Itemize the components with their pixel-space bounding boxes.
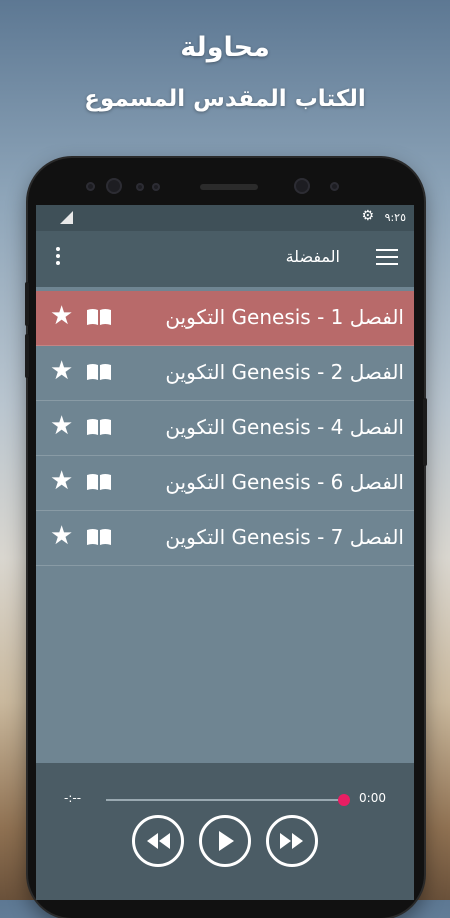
star-icon[interactable]: ★: [50, 521, 73, 551]
volume-up-button: [25, 282, 29, 326]
favorites-list: ★ التكوين Genesis - الفصل 1 ★ التكوين Ge…: [36, 291, 414, 566]
phone-speaker: [200, 184, 258, 190]
favorite-title: التكوين Genesis - الفصل 2: [165, 360, 404, 384]
favorite-title: التكوين Genesis - الفصل 6: [165, 470, 404, 494]
elapsed-label: 0:00: [359, 791, 386, 805]
star-icon[interactable]: ★: [50, 466, 73, 496]
favorite-title: التكوين Genesis - الفصل 1: [165, 305, 404, 329]
status-bar: ⚙ ٩:٢٥: [36, 205, 414, 231]
book-icon[interactable]: [86, 418, 112, 436]
star-icon[interactable]: ★: [50, 411, 73, 441]
rewind-icon: [147, 833, 170, 849]
status-time: ٩:٢٥: [384, 211, 406, 224]
favorite-title: التكوين Genesis - الفصل 4: [165, 415, 404, 439]
audio-player: -:-- 0:00: [36, 763, 414, 900]
play-icon: [219, 831, 234, 851]
volume-down-button: [25, 334, 29, 378]
book-icon[interactable]: [86, 473, 112, 491]
light-sensor: [136, 183, 144, 191]
app-screen: ⚙ ٩:٢٥ المفضلة ★ التكوين Genesis - الفصل…: [36, 205, 414, 900]
play-button[interactable]: [199, 815, 251, 867]
signal-icon: [60, 211, 73, 224]
iris-camera: [294, 178, 310, 194]
favorite-item[interactable]: ★ التكوين Genesis - الفصل 6: [36, 456, 414, 511]
power-button: [423, 398, 427, 466]
gear-icon: ⚙: [361, 208, 374, 224]
duration-label: -:--: [64, 791, 82, 805]
star-icon[interactable]: ★: [50, 356, 73, 386]
book-icon[interactable]: [86, 363, 112, 381]
book-icon[interactable]: [86, 308, 112, 326]
favorite-title: التكوين Genesis - الفصل 7: [165, 525, 404, 549]
page-title: المفضلة: [285, 247, 340, 266]
more-vertical-icon[interactable]: [54, 247, 62, 269]
book-icon[interactable]: [86, 528, 112, 546]
seek-thumb[interactable]: [338, 794, 350, 806]
hamburger-menu-icon[interactable]: [376, 249, 398, 267]
star-icon[interactable]: ★: [50, 301, 73, 331]
app-bar: المفضلة: [36, 231, 414, 287]
seek-bar[interactable]: [106, 799, 346, 801]
favorite-item[interactable]: ★ التكوين Genesis - الفصل 2: [36, 346, 414, 401]
proximity-sensor: [86, 182, 95, 191]
promo-title: محاولة: [180, 32, 270, 63]
iris-sensor: [330, 182, 339, 191]
fast-forward-button[interactable]: [266, 815, 318, 867]
front-camera: [106, 178, 122, 194]
favorite-item[interactable]: ★ التكوين Genesis - الفصل 7: [36, 511, 414, 566]
fast-forward-icon: [280, 833, 303, 849]
favorite-item[interactable]: ★ التكوين Genesis - الفصل 1: [36, 291, 414, 346]
light-sensor: [152, 183, 160, 191]
promo-subtitle: الكتاب المقدس المسموع: [84, 86, 366, 112]
favorite-item[interactable]: ★ التكوين Genesis - الفصل 4: [36, 401, 414, 456]
rewind-button[interactable]: [132, 815, 184, 867]
